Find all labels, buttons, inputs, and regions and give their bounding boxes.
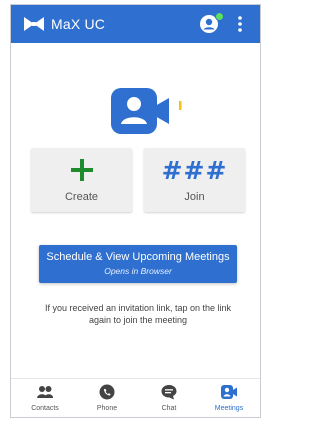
join-label: Join (184, 191, 205, 203)
chat-icon (161, 385, 177, 400)
nav-item-phone[interactable]: Phone (77, 379, 137, 417)
bottom-navigation: Contacts Phone Chat Meetings (11, 378, 260, 417)
create-label: Create (64, 191, 99, 203)
nav-item-contacts[interactable]: Contacts (15, 379, 75, 417)
invitation-hint-text: If you received an invitation link, tap … (44, 303, 232, 325)
contacts-icon (37, 386, 54, 398)
phone-icon (99, 384, 115, 400)
more-vert-icon[interactable] (237, 15, 243, 33)
video-user-icon (111, 88, 182, 134)
nav-item-meetings[interactable]: Meetings (199, 379, 259, 417)
schedule-label: Schedule & View Upcoming Meetings (46, 251, 230, 263)
presence-status-dot (215, 12, 224, 21)
nav-label-meetings: Meetings (214, 405, 244, 412)
app-title: MaX UC (51, 16, 106, 32)
hash-icon: ### (161, 156, 228, 185)
nav-item-chat[interactable]: Chat (139, 379, 199, 417)
schedule-meetings-button[interactable]: Schedule & View Upcoming Meetings Opens … (39, 245, 237, 283)
meetings-icon (221, 385, 237, 399)
join-meeting-button[interactable]: ### Join (144, 148, 245, 212)
nav-label-phone: Phone (96, 405, 118, 412)
nav-label-chat: Chat (161, 405, 177, 412)
nav-label-contacts: Contacts (31, 405, 59, 412)
app-bar: MaX UC (11, 5, 260, 43)
phone-screen: MaX UC Create ### Join Schedule & View U… (10, 4, 261, 418)
bowtie-logo-icon (24, 17, 44, 31)
plus-icon (71, 159, 93, 181)
create-meeting-button[interactable]: Create (31, 148, 132, 212)
schedule-sublabel: Opens in Browser (104, 266, 172, 276)
